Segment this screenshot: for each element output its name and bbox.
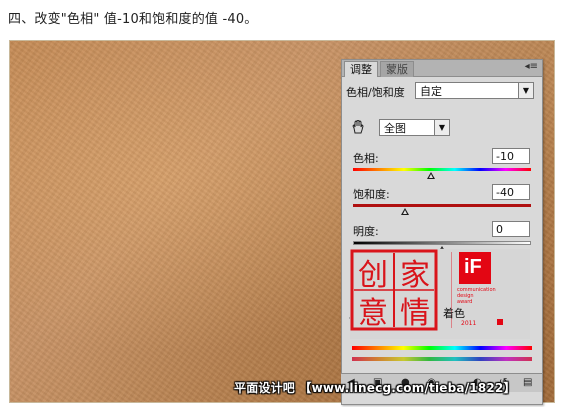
if-award-mark [497,319,503,325]
delete-icon[interactable]: ▤ [523,377,532,388]
hue-label: 色相: [353,152,379,165]
seal-char-4: 情 [400,296,430,331]
lightness-value-field[interactable]: 0 [492,221,530,237]
panel-title: 色相/饱和度 [346,86,405,99]
hue-slider-track[interactable] [353,168,531,171]
preset-dropdown[interactable]: 自定 ▼ [415,82,534,99]
channel-dropdown[interactable]: 全图 ▼ [379,119,450,136]
if-award-caption: communication design award [457,287,496,305]
if-logo-text: iF [464,256,482,278]
hue-slider-thumb[interactable] [427,172,435,179]
tab-masks[interactable]: 蒙版 [380,61,414,77]
seal-char-3: 家 [400,258,430,293]
hue-value-field[interactable]: -10 [492,148,530,164]
saturation-slider-track[interactable] [353,204,531,207]
preset-value: 自定 [420,85,442,98]
output-color-bar [352,357,532,361]
chevron-down-icon: ▼ [434,120,449,135]
if-award-year: 2011 [461,320,477,327]
seal-char-2: 意 [358,296,388,331]
caption-text: 四、改变"色相" 值-10和饱和度的值 -40。 [8,12,258,27]
if-award-logo: iF [459,252,491,284]
colorize-checkbox-label[interactable]: 着色 [443,305,465,321]
panel-tab-bar: 调整 蒙版 ◂≡ [342,60,542,77]
chevron-down-icon: ▼ [518,83,533,98]
channel-value: 全图 [384,122,406,135]
seal-stamp-image: 创 意 家 情 [350,249,438,331]
panel-menu-icon[interactable]: ◂≡ [525,61,538,72]
lightness-slider-track[interactable] [353,241,531,245]
overlay-image: 创 意 家 情 iF communication design award 20… [350,249,530,339]
adjustments-panel: 调整 蒙版 ◂≡ 色相/饱和度 自定 ▼ 全图 ▼ 色相: -10 饱和度: -… [341,59,543,405]
lightness-label: 明度: [353,225,379,238]
hand-tool-icon[interactable] [351,119,365,137]
input-color-bar [352,346,532,350]
tab-adjustments[interactable]: 调整 [344,61,378,77]
watermark-text: 平面设计吧 【www.linecg.com/tieba/1822】 [234,381,516,395]
saturation-value-field[interactable]: -40 [492,184,530,200]
seal-char-1: 创 [358,258,388,293]
saturation-slider-thumb[interactable] [401,208,409,215]
saturation-label: 饱和度: [353,188,390,201]
